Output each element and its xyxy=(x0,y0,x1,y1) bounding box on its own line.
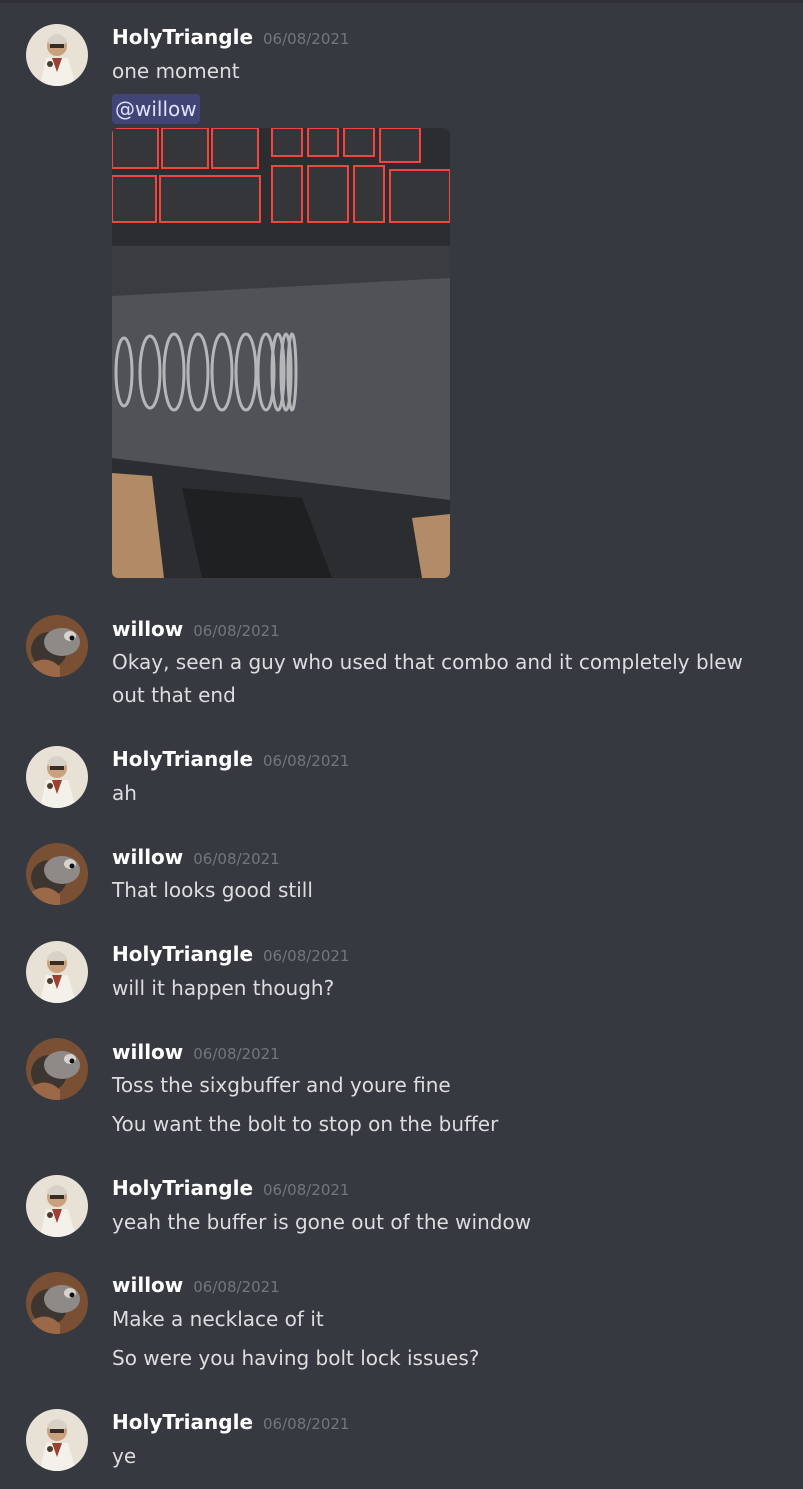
username[interactable]: HolyTriangle xyxy=(112,747,253,771)
username[interactable]: willow xyxy=(112,1040,183,1064)
message-text: will it happen though? xyxy=(112,976,335,1000)
holytriangle-avatar-icon xyxy=(26,746,88,808)
message-text: Toss the sixgbuffer and youre fine xyxy=(112,1073,451,1097)
username[interactable]: HolyTriangle xyxy=(112,1176,253,1200)
timestamp[interactable]: 06/08/2021 xyxy=(193,850,279,868)
message-header: HolyTriangle 06/08/2021 xyxy=(112,747,349,773)
message-text: You want the bolt to stop on the buffer xyxy=(112,1112,499,1136)
username[interactable]: willow xyxy=(112,1273,183,1297)
timestamp[interactable]: 06/08/2021 xyxy=(263,1181,349,1199)
username[interactable]: HolyTriangle xyxy=(112,942,253,966)
message-text: ye xyxy=(112,1444,137,1468)
message-header: willow 06/08/2021 xyxy=(112,845,280,871)
willow-avatar-icon xyxy=(26,843,88,905)
avatar-holytriangle[interactable] xyxy=(26,1175,88,1237)
message-text: yeah the buffer is gone out of the windo… xyxy=(112,1210,532,1234)
avatar-holytriangle[interactable] xyxy=(26,1409,88,1471)
message-text: That looks good still xyxy=(112,878,313,902)
image-attachment[interactable] xyxy=(112,128,450,578)
username[interactable]: willow xyxy=(112,617,183,641)
holytriangle-avatar-icon xyxy=(26,1409,88,1471)
message-header: willow 06/08/2021 xyxy=(112,617,280,643)
username[interactable]: HolyTriangle xyxy=(112,1410,253,1434)
avatar-holytriangle[interactable] xyxy=(26,24,88,86)
timestamp[interactable]: 06/08/2021 xyxy=(263,1415,349,1433)
timestamp[interactable]: 06/08/2021 xyxy=(193,1045,279,1063)
username[interactable]: HolyTriangle xyxy=(112,25,253,49)
holytriangle-avatar-icon xyxy=(26,24,88,86)
message-text: out that end xyxy=(112,683,236,707)
keyboard-spring-photo xyxy=(112,128,450,578)
message-header: HolyTriangle 06/08/2021 xyxy=(112,1176,349,1202)
username[interactable]: willow xyxy=(112,845,183,869)
willow-avatar-icon xyxy=(26,615,88,677)
message-header: willow 06/08/2021 xyxy=(112,1040,280,1066)
message-text: one moment xyxy=(112,59,240,83)
message-header: willow 06/08/2021 xyxy=(112,1273,280,1299)
message-text: Make a necklace of it xyxy=(112,1307,324,1331)
avatar-willow[interactable] xyxy=(26,1272,88,1334)
avatar-holytriangle[interactable] xyxy=(26,941,88,1003)
user-mention[interactable]: @willow xyxy=(112,94,200,124)
message-text: ah xyxy=(112,781,137,805)
message-header: HolyTriangle 06/08/2021 xyxy=(112,25,349,51)
message-header: HolyTriangle 06/08/2021 xyxy=(112,942,349,968)
timestamp[interactable]: 06/08/2021 xyxy=(263,752,349,770)
timestamp[interactable]: 06/08/2021 xyxy=(193,1278,279,1296)
message-header: HolyTriangle 06/08/2021 xyxy=(112,1410,349,1436)
avatar-willow[interactable] xyxy=(26,843,88,905)
avatar-willow[interactable] xyxy=(26,615,88,677)
message-text: So were you having bolt lock issues? xyxy=(112,1346,480,1370)
message-text: Okay, seen a guy who used that combo and… xyxy=(112,650,743,674)
holytriangle-avatar-icon xyxy=(26,1175,88,1237)
willow-avatar-icon xyxy=(26,1038,88,1100)
top-divider xyxy=(0,0,803,3)
timestamp[interactable]: 06/08/2021 xyxy=(263,30,349,48)
avatar-holytriangle[interactable] xyxy=(26,746,88,808)
willow-avatar-icon xyxy=(26,1272,88,1334)
timestamp[interactable]: 06/08/2021 xyxy=(263,947,349,965)
holytriangle-avatar-icon xyxy=(26,941,88,1003)
timestamp[interactable]: 06/08/2021 xyxy=(193,622,279,640)
avatar-willow[interactable] xyxy=(26,1038,88,1100)
